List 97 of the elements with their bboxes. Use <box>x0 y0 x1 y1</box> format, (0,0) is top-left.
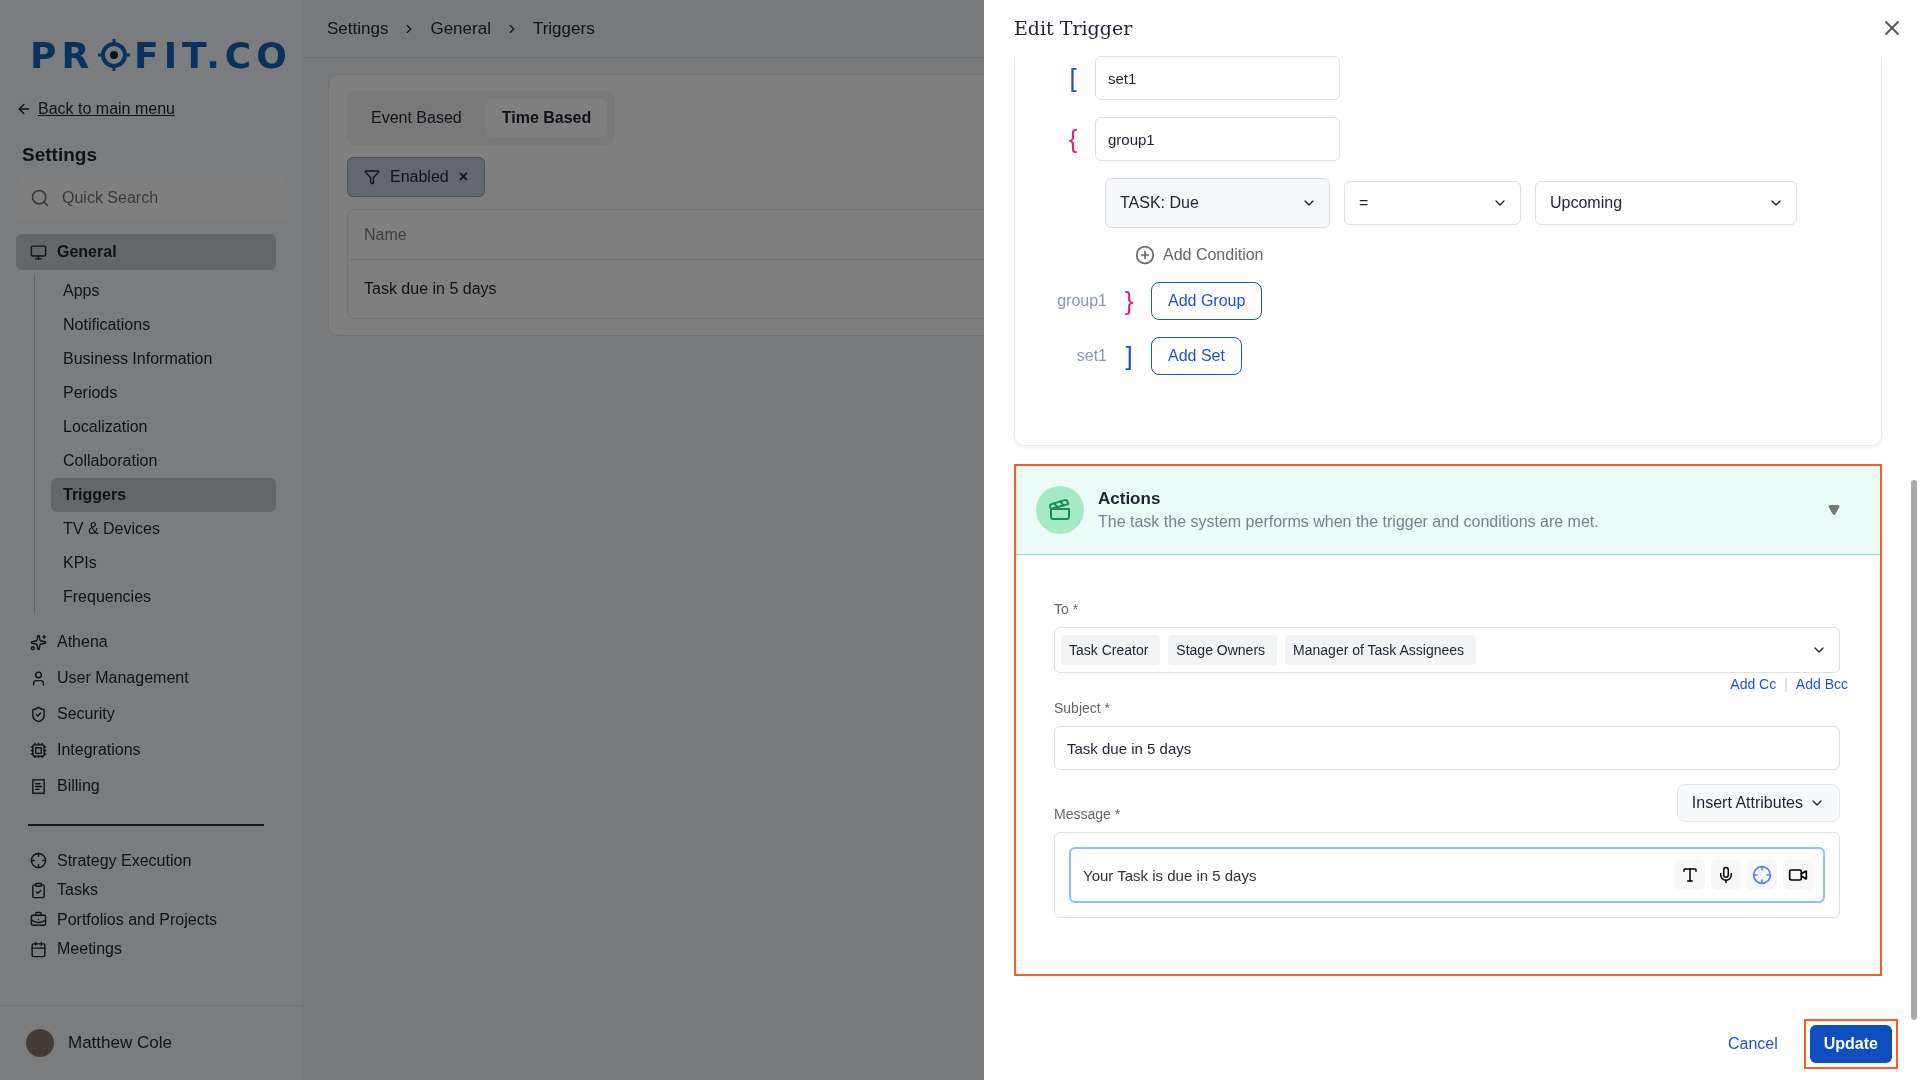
microphone-icon[interactable] <box>1711 860 1741 890</box>
drawer-title: Edit Trigger <box>1014 17 1133 39</box>
to-label: To * <box>1054 601 1080 617</box>
back-link[interactable]: Back to main menu <box>16 100 302 118</box>
logo-text: FIT.CO <box>134 34 292 76</box>
sidebar-item-label: General <box>57 243 117 261</box>
sparkles-icon <box>30 633 47 651</box>
video-icon[interactable] <box>1783 860 1813 890</box>
set-label: set1 <box>1075 347 1107 365</box>
recipient-chip: Stage Owners <box>1168 635 1278 665</box>
sidebar-item-label: Integrations <box>57 741 141 759</box>
add-set-button[interactable]: Add Set <box>1151 337 1242 375</box>
collapse-icon[interactable] <box>1828 504 1840 516</box>
sidebar-subitem[interactable]: Periods <box>51 376 276 410</box>
set-bracket: [ <box>1068 62 1078 94</box>
field-select[interactable]: TASK: Due <box>1105 178 1330 228</box>
insert-attributes-button[interactable]: Insert Attributes <box>1676 784 1840 822</box>
sidebar-subitem[interactable]: Collaboration <box>51 444 276 478</box>
avatar <box>26 1029 54 1057</box>
tab[interactable]: Time Based <box>485 99 608 137</box>
sidebar-item[interactable]: User Management <box>16 660 276 696</box>
user-icon <box>30 669 47 687</box>
target-icon <box>30 852 47 870</box>
search-icon <box>30 188 50 208</box>
sidebar-item[interactable]: Portfolios and Projects <box>16 905 276 935</box>
breadcrumb-item[interactable]: Triggers <box>532 18 595 39</box>
breadcrumb-item[interactable]: Settings <box>327 18 389 39</box>
text-format-icon[interactable] <box>1675 860 1705 890</box>
sidebar-subitem[interactable]: Apps <box>51 274 276 308</box>
section-subtitle: The task the system performs when the trigger and conditions are met. <box>1098 513 1600 531</box>
recipient-chip: Manager of Task Assignees <box>1285 635 1477 665</box>
search-input[interactable]: Quick Search <box>60 183 260 213</box>
filter-label: Enabled <box>390 168 449 186</box>
sidebar-item-label: Billing <box>57 777 100 795</box>
sidebar-subitem[interactable]: TV & Devices <box>51 512 276 546</box>
add-group-button[interactable]: Add Group <box>1151 282 1263 320</box>
operator-select[interactable]: = <box>1344 181 1521 225</box>
group-label: group1 <box>1056 292 1107 310</box>
message-label: Message * <box>1054 806 1121 822</box>
sidebar-title: Settings <box>22 144 98 166</box>
sidebar-subitem[interactable]: Localization <box>51 410 276 444</box>
add-cc-link[interactable]: Add Cc <box>1730 676 1777 692</box>
sidebar-item[interactable]: Strategy Execution <box>16 846 276 876</box>
sidebar-item-label: Athena <box>57 633 108 651</box>
sidebar-item[interactable]: General <box>16 234 276 270</box>
plus-circle-icon <box>1135 245 1155 265</box>
sidebar-subitem[interactable]: Business Information <box>51 342 276 376</box>
user-name: Matthew Cole <box>68 1033 172 1053</box>
sidebar-item[interactable]: Security <box>16 696 276 732</box>
briefcase-icon <box>30 911 47 929</box>
breadcrumb-item[interactable]: General <box>430 18 491 39</box>
clipboard-icon <box>30 881 47 899</box>
value-select[interactable]: Upcoming <box>1535 181 1797 225</box>
sidebar-item-label: Portfolios and Projects <box>57 910 218 929</box>
sidebar-item[interactable]: Integrations <box>16 732 276 768</box>
sidebar-item[interactable]: Tasks <box>16 875 276 905</box>
set-bracket: ] <box>1124 340 1134 372</box>
sidebar-item-label: Security <box>57 705 115 723</box>
remove-filter-button[interactable]: × <box>458 168 469 186</box>
message-field[interactable]: Your Task is due in 5 days <box>1069 847 1825 903</box>
set-name-field[interactable]: set1 <box>1095 56 1340 100</box>
clapperboard-icon <box>1036 486 1084 534</box>
shield-icon <box>30 705 47 723</box>
sidebar-subitem[interactable]: Frequencies <box>51 580 276 614</box>
filter-icon <box>364 169 380 185</box>
update-button[interactable]: Update <box>1809 1025 1892 1063</box>
tab[interactable]: Event Based <box>355 99 478 137</box>
calendar-icon <box>30 940 47 958</box>
sidebar-item[interactable]: Billing <box>16 768 276 804</box>
recipient-chip: Task Creator <box>1061 635 1161 665</box>
sidebar-subitem[interactable]: Triggers <box>51 478 276 512</box>
sidebar-subitem[interactable]: KPIs <box>51 546 276 580</box>
logo-text: PR <box>30 34 95 76</box>
receipt-icon <box>30 777 47 795</box>
sidebar-item[interactable]: Athena <box>16 624 276 660</box>
group-brace: { <box>1067 123 1079 155</box>
sidebar-item-label: Strategy Execution <box>57 851 192 870</box>
add-bcc-link[interactable]: Add Bcc <box>1795 676 1848 692</box>
filter-chip[interactable]: Enabled × <box>347 157 486 197</box>
target-icon <box>98 39 131 71</box>
link-separator: | <box>1784 676 1788 692</box>
sidebar-item-label: Tasks <box>57 881 98 900</box>
search-bar[interactable]: Quick Search <box>16 176 288 220</box>
subject-field[interactable]: Task due in 5 days <box>1054 726 1840 770</box>
group-name-field[interactable]: group1 <box>1095 117 1340 161</box>
monitor-icon <box>30 243 47 261</box>
subject-label: Subject * <box>1054 700 1112 716</box>
recipients-field[interactable]: Task Creator Stage Owners Manager of Task Assignees <box>1054 627 1840 673</box>
section-title: Actions <box>1098 489 1162 509</box>
actions-header[interactable]: Actions The task the system performs when the trigger and conditions are met. <box>1016 466 1880 555</box>
sidebar-item-label: User Management <box>57 669 189 687</box>
group-brace: } <box>1123 285 1135 317</box>
sidebar-item[interactable]: Meetings <box>16 934 276 964</box>
cancel-button[interactable]: Cancel <box>1721 1034 1784 1054</box>
chip-icon <box>30 741 47 759</box>
sidebar-subitem[interactable]: Notifications <box>51 308 276 342</box>
sidebar-item-label: Meetings <box>57 940 122 959</box>
